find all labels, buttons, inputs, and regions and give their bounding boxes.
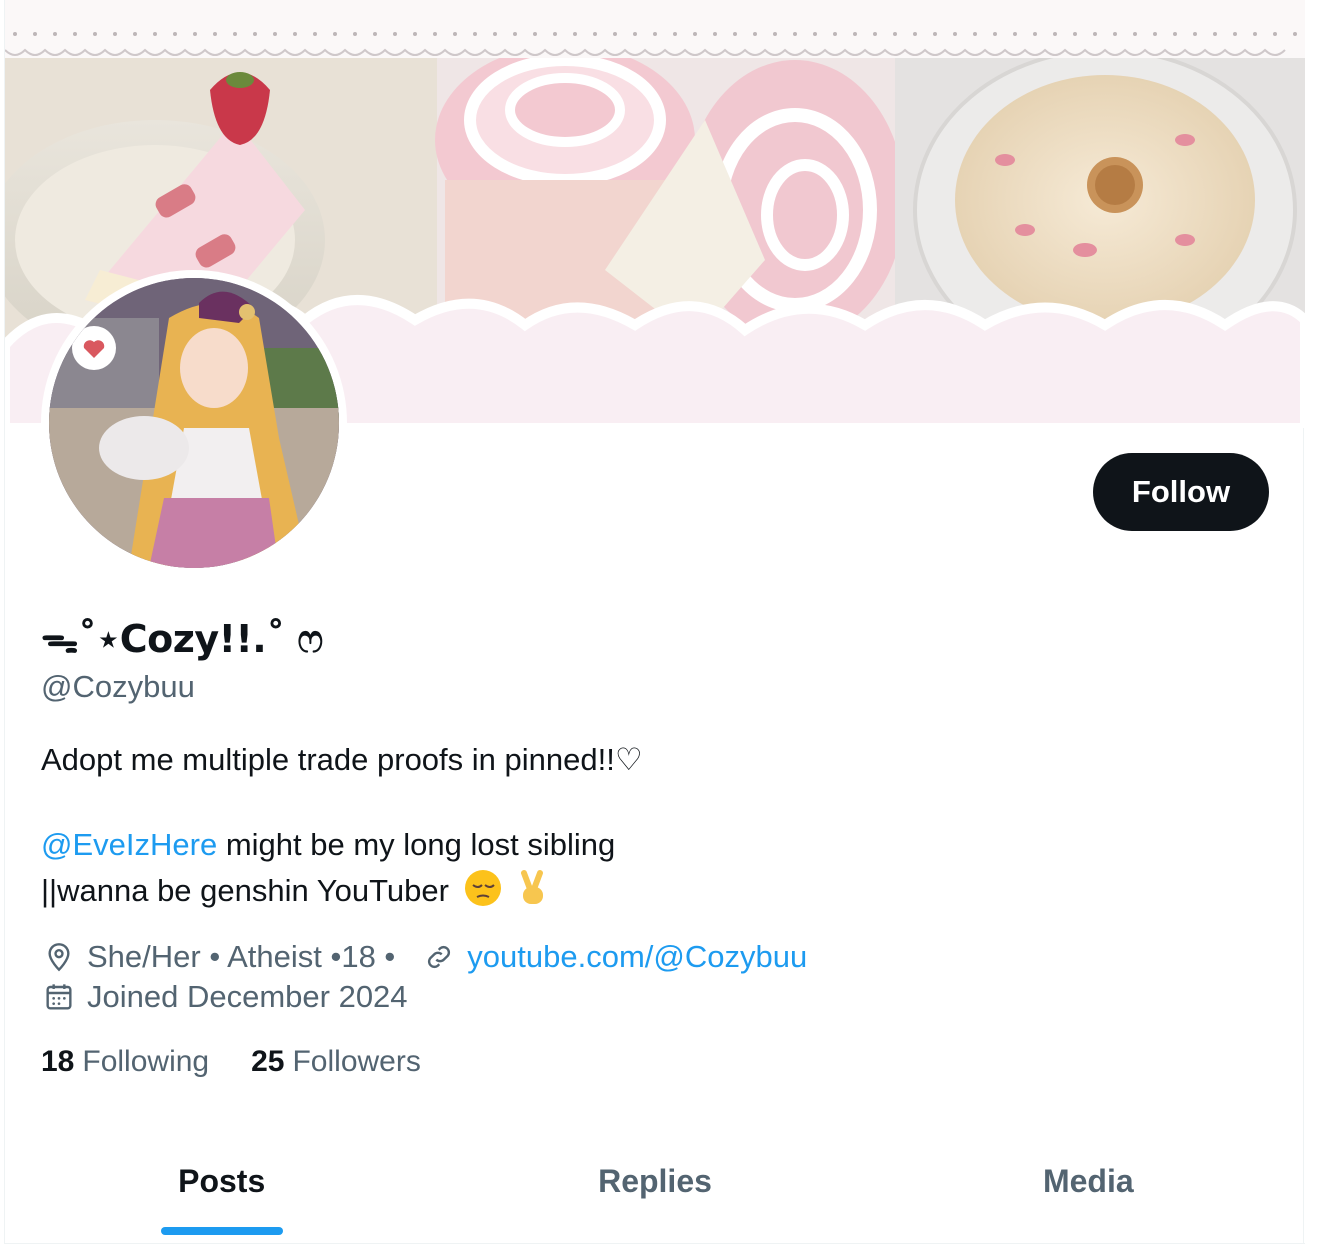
calendar-icon: [41, 979, 77, 1015]
meta-row-1: She/Her • Atheist •18 • youtube.com/@Coz…: [41, 937, 807, 977]
followers-label: Followers: [292, 1045, 421, 1078]
tab-media-label: Media: [1042, 1163, 1134, 1199]
website-link[interactable]: youtube.com/@Cozybuu: [467, 939, 807, 975]
meta-row-2: Joined December 2024: [41, 977, 408, 1017]
tab-replies-label: Replies: [598, 1163, 712, 1199]
profile-page: Follow ᯓ˚⋆Cozy!!.˚ ෆ @Cozybuu Adopt me m…: [4, 0, 1305, 1244]
bio-line-3: ||wanna be genshin YouTuber: [41, 869, 550, 917]
handle: @Cozybuu: [41, 669, 195, 704]
following-link[interactable]: 18 Following: [41, 1045, 209, 1079]
tab-replies[interactable]: Replies: [438, 1120, 871, 1243]
tab-media[interactable]: Media: [872, 1120, 1305, 1243]
following-count: 18: [41, 1045, 75, 1078]
pensive-face-emoji: [464, 869, 502, 917]
follow-button[interactable]: Follow: [1093, 453, 1269, 531]
tab-posts-label: Posts: [178, 1163, 266, 1199]
follow-stats: 18 Following 25 Followers: [41, 1045, 463, 1079]
link-icon: [421, 939, 457, 975]
bio-line-2: @EveIzHere might be my long lost sibling: [41, 825, 615, 865]
bio-line-2-text: might be my long lost sibling: [217, 827, 616, 862]
location-pin-icon: [41, 939, 77, 975]
active-tab-indicator: [160, 1227, 283, 1235]
bio-mention-link[interactable]: @EveIzHere: [41, 827, 217, 862]
following-label: Following: [82, 1045, 210, 1078]
display-name: ᯓ˚⋆Cozy!!.˚ ෆ: [41, 617, 323, 661]
avatar[interactable]: [41, 270, 347, 576]
joined-date: Joined December 2024: [87, 979, 408, 1014]
profile-tabs: Posts Replies Media: [5, 1120, 1305, 1244]
tab-posts[interactable]: Posts: [5, 1120, 438, 1243]
avatar-image: [49, 278, 339, 568]
location-text: She/Her • Atheist •18 •: [87, 939, 396, 974]
bio-line-3-text: ||wanna be genshin YouTuber: [41, 873, 449, 909]
followers-link[interactable]: 25 Followers: [251, 1045, 421, 1079]
bio-line-1: Adopt me multiple trade proofs in pinned…: [41, 742, 643, 777]
victory-hand-emoji: [516, 869, 550, 917]
followers-count: 25: [251, 1045, 285, 1078]
